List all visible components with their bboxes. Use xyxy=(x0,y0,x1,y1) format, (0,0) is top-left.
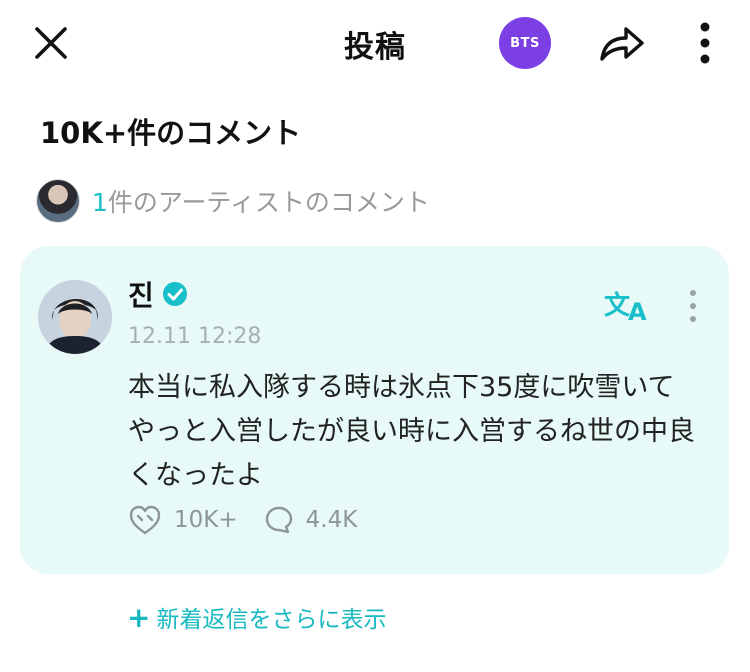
artist-mini-avatar xyxy=(36,179,80,223)
more-replies-label: 新着返信をさらに表示 xyxy=(156,607,387,633)
verified-icon xyxy=(162,282,187,306)
share-button[interactable] xyxy=(596,18,648,68)
comment-actions: 10K+ 4.4K xyxy=(128,504,383,536)
comment-body: 本当に私入隊する時は氷点下35度に吹雪いてやっと入営したが良い時に入営するね世の… xyxy=(128,372,695,491)
avatar[interactable]: ★ xyxy=(38,280,112,354)
reply-count: 4.4K xyxy=(305,507,358,533)
like-icon xyxy=(129,505,161,535)
plus-icon: + xyxy=(127,600,151,634)
reply-icon xyxy=(265,506,292,534)
artist-comments-label: 1件のアーティストのコメント xyxy=(92,183,430,219)
artist-comment-count: 1 xyxy=(92,188,108,217)
dot-icon xyxy=(690,316,696,322)
artist-comments-row[interactable]: 1件のアーティストのコメント xyxy=(36,178,430,224)
more-replies-link[interactable]: + 新着返信をさらに表示 xyxy=(127,600,386,634)
header: 投稿 BTS xyxy=(0,0,750,90)
svg-text:文: 文 xyxy=(604,290,631,321)
like-count: 10K+ xyxy=(174,507,238,533)
reply-button[interactable]: 4.4K xyxy=(264,505,358,535)
dot-icon xyxy=(690,303,696,309)
artist-comment-card: ★ 진 12.11 12:28 文 A 本当に私入隊する時は氷点下35度に吹雪い… xyxy=(20,246,729,574)
svg-text:A: A xyxy=(628,298,647,326)
author-row: 진 xyxy=(128,274,188,314)
avatar-image xyxy=(38,280,112,354)
community-badge[interactable]: BTS xyxy=(499,17,551,69)
dot-icon xyxy=(690,290,696,296)
comment-more-button[interactable] xyxy=(682,286,704,326)
more-button[interactable] xyxy=(690,18,720,68)
translate-button[interactable]: 文 A xyxy=(604,286,652,326)
translate-icon: 文 A xyxy=(604,290,647,326)
more-vertical-icon xyxy=(700,22,710,64)
share-icon xyxy=(600,27,644,61)
like-button[interactable]: 10K+ xyxy=(128,504,238,536)
comment-timestamp: 12.11 12:28 xyxy=(128,324,262,349)
comment-count: 10K+件のコメント xyxy=(40,116,302,150)
author-name[interactable]: 진 xyxy=(128,274,154,314)
artist-comments-text: 件のアーティストのコメント xyxy=(107,188,430,217)
